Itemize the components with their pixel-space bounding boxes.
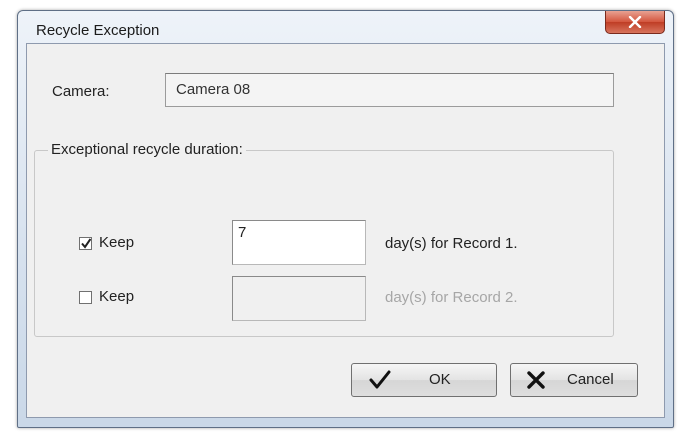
keep-record2-checkbox[interactable] [79,291,92,304]
ok-button[interactable]: OK [351,363,497,397]
x-mark-icon [527,371,545,389]
ok-button-label: OK [429,371,451,388]
camera-field: Camera 08 [165,73,614,107]
keep-record2-label: Keep [99,288,135,305]
close-icon [628,16,642,28]
keep-record1-checkbox[interactable] [79,237,92,250]
close-button[interactable] [605,11,665,34]
recycle-duration-group-label: Exceptional recycle duration: [48,141,246,158]
keep-record1-label: Keep [99,234,135,251]
cancel-button[interactable]: Cancel [510,363,638,397]
record2-days-input[interactable] [232,276,366,321]
camera-label: Camera: [52,83,110,100]
record2-days-suffix: day(s) for Record 2. [385,289,518,306]
cancel-button-label: Cancel [567,371,614,388]
check-icon [369,370,391,389]
record1-days-input[interactable]: 7 [232,220,366,265]
checkmark-icon [81,238,91,249]
record1-days-suffix: day(s) for Record 1. [385,235,518,252]
dialog-title: Recycle Exception [36,22,160,39]
